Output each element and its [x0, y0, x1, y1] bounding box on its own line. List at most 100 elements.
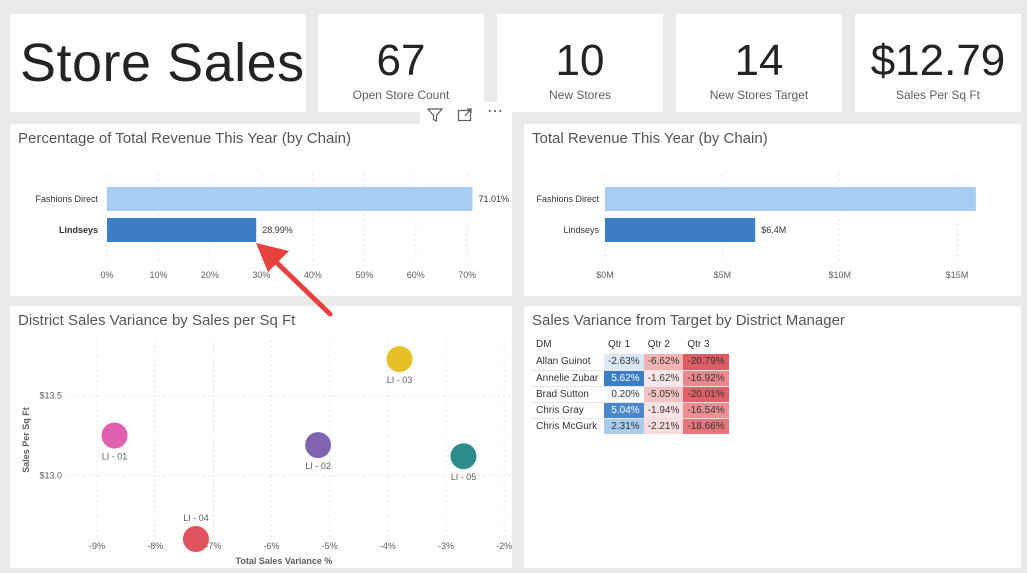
qtr2-cell: -2.21% [643, 417, 684, 434]
card-value: 14 [734, 36, 784, 85]
focus-mode-icon[interactable] [456, 106, 474, 124]
pct-tick-label: 10% [149, 270, 167, 280]
qtr3-cell: -20.79% [683, 354, 729, 370]
scatter-point-label: LI - 04 [183, 513, 209, 523]
matrix-title: Sales Variance from Target by District M… [532, 312, 845, 329]
pct-tick-label: 0% [100, 270, 113, 280]
total-revenue-plot: $0M $5M $10M $15M Fashions Direct Lindseys $6.… [536, 174, 976, 280]
card-value: 67 [376, 36, 426, 85]
card-new-stores-target[interactable]: 14 New Stores Target [676, 14, 842, 112]
pct-tick-label: 50% [355, 270, 373, 280]
rev-tick-label: $10M [828, 270, 851, 280]
card-sales-per-sq-ft[interactable]: $12.79 Sales Per Sq Ft [855, 14, 1021, 112]
qtr2-cell: -1.62% [643, 369, 684, 386]
dm-cell: Annelie Zubar [532, 369, 604, 386]
pct-bar[interactable] [107, 218, 257, 242]
scatter-x-tick-label: -3% [438, 541, 454, 551]
pct-category-label: Fashions Direct [35, 194, 98, 204]
card-label: Open Store Count [352, 88, 450, 102]
qtr1-cell: -2.63% [604, 354, 644, 370]
rev-data-label: $6.4M [761, 225, 786, 235]
scatter-point[interactable] [101, 422, 128, 449]
card-value: 10 [555, 36, 605, 85]
column-header-qtr2[interactable]: Qtr 2 [644, 334, 684, 354]
card-label: New Stores [548, 88, 612, 102]
qtr1-cell: 2.31% [604, 417, 644, 434]
card-label: Sales Per Sq Ft [895, 88, 981, 102]
column-header-qtr3[interactable]: Qtr 3 [683, 334, 728, 354]
pct-data-label: 28.99% [262, 225, 293, 235]
rev-category-label: Lindseys [563, 225, 599, 235]
matrix-table: DM Qtr 1 Qtr 2 Qtr 3 Allan Guinot -2.63%… [532, 334, 729, 434]
pct-category-label: Lindseys [59, 225, 98, 235]
card-label: New Stores Target [709, 88, 809, 102]
scatter-point[interactable] [450, 443, 477, 470]
column-header-dm[interactable]: DM [532, 334, 604, 354]
scatter-y-tick-label: $13.0 [39, 470, 62, 480]
scatter-point[interactable] [386, 346, 413, 373]
dm-cell: Chris McGurk [532, 417, 604, 434]
rev-bar[interactable] [605, 187, 976, 211]
scatter-plot: -9% -8% -7% -6% -5% -4% -3% -2%$13.0$13.5Total … [21, 340, 512, 566]
dm-cell: Chris Gray [532, 401, 604, 418]
pct-tick-label: 60% [407, 270, 425, 280]
qtr2-cell: -1.94% [643, 401, 684, 418]
rev-tick-label: $15M [946, 270, 969, 280]
rev-bar[interactable] [605, 218, 756, 242]
report-title: Store Sales [20, 33, 305, 93]
scatter-x-tick-label: -9% [89, 541, 105, 551]
visual-header-toolbar: ⋯ [420, 102, 512, 128]
scatter-x-tick-label: -8% [147, 541, 163, 551]
card-new-stores[interactable]: 10 New Stores [497, 14, 663, 112]
qtr1-cell: 0.20% [604, 385, 644, 402]
card-value: $12.79 [870, 36, 1006, 85]
rev-tick-label: $0M [596, 270, 614, 280]
scatter-x-tick-label: -6% [264, 541, 280, 551]
percentage-revenue-chart[interactable]: Percentage of Total Revenue This Year (b… [10, 124, 512, 296]
scatter-y-tick-label: $13.5 [39, 391, 62, 401]
scatter-point-label: LI - 03 [387, 375, 413, 385]
qtr3-cell: -16.92% [683, 369, 729, 386]
dm-cell: Brad Sutton [532, 385, 604, 402]
scatter-x-tick-label: -5% [322, 541, 338, 551]
more-options-icon[interactable]: ⋯ [484, 103, 506, 121]
filter-icon[interactable] [426, 106, 444, 124]
table-row: Annelie Zubar 5.62% -1.62% -16.92% [532, 369, 729, 386]
variance-matrix[interactable]: Sales Variance from Target by District M… [524, 306, 1021, 568]
report-title-tile: Store Sales [10, 14, 306, 112]
qtr2-cell: -6.62% [643, 354, 684, 370]
qtr1-cell: 5.04% [604, 401, 644, 418]
scatter-x-axis-title: Total Sales Variance % [236, 556, 333, 566]
scatter-point[interactable] [305, 432, 332, 459]
scatter-point-label: LI - 01 [102, 452, 128, 462]
column-header-qtr1[interactable]: Qtr 1 [604, 334, 644, 354]
scatter-point-label: LI - 05 [451, 472, 477, 482]
qtr3-cell: -20.01% [683, 385, 729, 402]
pct-tick-label: 30% [252, 270, 270, 280]
card-open-store-count[interactable]: 67 Open Store Count [318, 14, 484, 112]
percentage-revenue-plot: 0% 10% 20% 30% 40% 50% 60% 70% Fashions Direct 71… [35, 174, 509, 280]
qtr3-cell: -16.54% [683, 401, 729, 418]
table-row: Brad Sutton 0.20% -5.05% -20.01% [532, 385, 729, 402]
scatter-y-axis-title: Sales Per Sq Ft [21, 407, 31, 473]
pct-tick-label: 40% [304, 270, 322, 280]
pct-tick-label: 20% [201, 270, 219, 280]
pct-bar[interactable] [107, 187, 473, 211]
rev-tick-label: $5M [714, 270, 732, 280]
dm-cell: Allan Guinot [536, 356, 591, 368]
table-row: Chris Gray 5.04% -1.94% -16.54% [532, 401, 729, 418]
table-row: Chris McGurk 2.31% -2.21% -18.66% [532, 417, 729, 434]
scatter-x-tick-label: -4% [380, 541, 396, 551]
scatter-point-label: LI - 02 [305, 461, 331, 471]
qtr1-cell: 5.62% [604, 369, 644, 386]
pct-tick-label: 70% [458, 270, 476, 280]
total-revenue-chart[interactable]: Total Revenue This Year (by Chain) $0M $5… [524, 124, 1021, 296]
qtr2-cell: -5.05% [643, 385, 684, 402]
pct-data-label: 71.01% [478, 194, 509, 204]
table-row: Allan Guinot -2.63% -6.62% -20.79% [532, 354, 729, 370]
scatter-x-tick-label: -2% [496, 541, 512, 551]
scatter-point[interactable] [182, 526, 209, 552]
rev-category-label: Fashions Direct [536, 194, 599, 204]
qtr3-cell: -18.66% [683, 417, 729, 434]
district-variance-scatter[interactable]: District Sales Variance by Sales per Sq … [10, 306, 512, 568]
